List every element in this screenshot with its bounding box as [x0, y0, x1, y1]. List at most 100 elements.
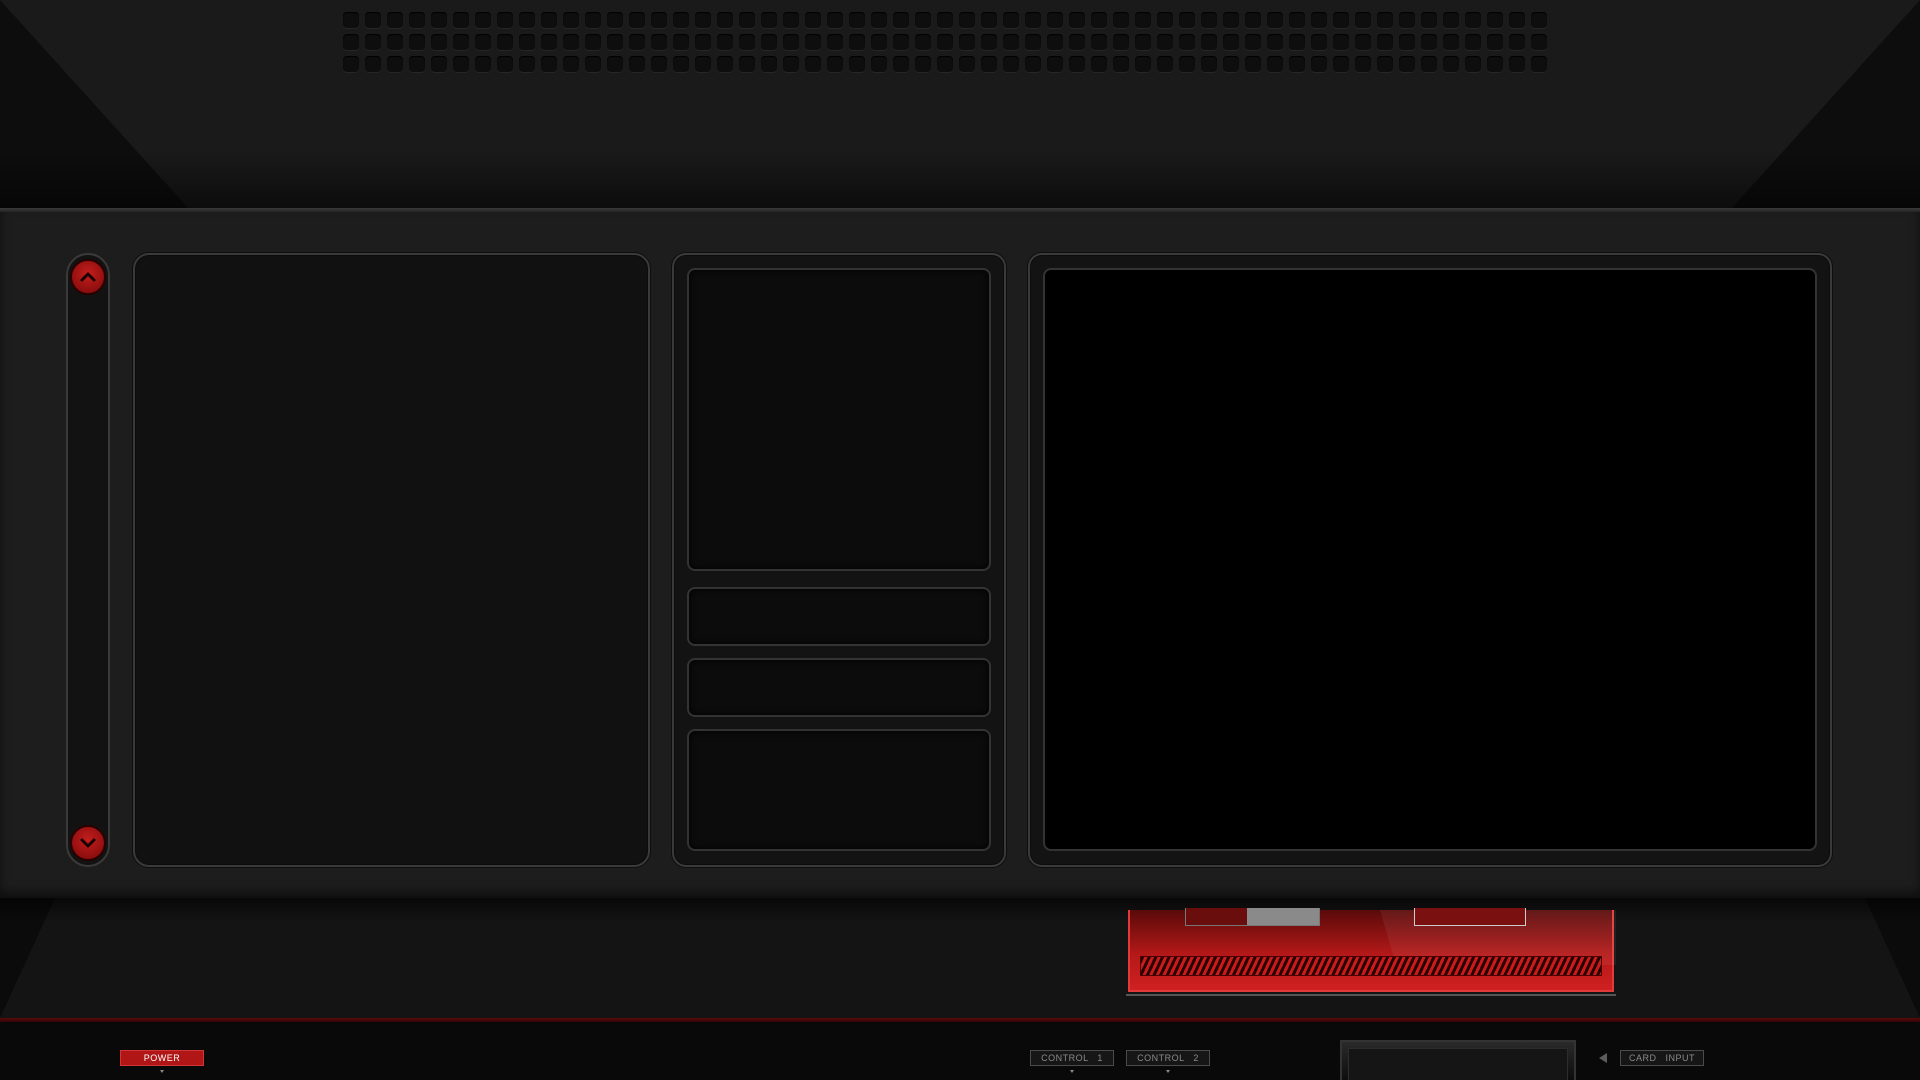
vent-hole: [1531, 12, 1547, 28]
list-panel[interactable]: [133, 253, 650, 867]
scroll-down-button[interactable]: [70, 825, 106, 861]
vent-hole: [739, 56, 755, 72]
vent-hole: [629, 34, 645, 50]
vent-hole: [915, 12, 931, 28]
scroll-up-button[interactable]: [70, 259, 106, 295]
chevron-up-icon: [80, 272, 96, 282]
vent-hole: [827, 34, 843, 50]
vent-hole: [783, 12, 799, 28]
vent-hole: [1157, 34, 1173, 50]
vent-hole: [1443, 34, 1459, 50]
vent-hole: [409, 12, 425, 28]
vent-hole: [959, 12, 975, 28]
vent-hole: [343, 12, 359, 28]
vent-hole: [541, 12, 557, 28]
vent-hole: [871, 56, 887, 72]
vent-hole: [563, 34, 579, 50]
vent-hole: [1421, 56, 1437, 72]
vent-hole: [717, 34, 733, 50]
vent-hole: [1311, 34, 1327, 50]
control-2-label: CONTROL 2: [1137, 1053, 1199, 1063]
card-reader-slot: [1348, 1048, 1568, 1080]
vent-hole: [1179, 34, 1195, 50]
vent-hole: [1113, 12, 1129, 28]
vent-hole: [541, 56, 557, 72]
vent-hole: [1091, 56, 1107, 72]
vent-hole: [1223, 56, 1239, 72]
triangle-left-icon: [1599, 1053, 1607, 1063]
vent-hole: [1267, 34, 1283, 50]
vent-hole: [1289, 56, 1305, 72]
card-slot-tab-left: [1185, 908, 1320, 926]
vent-hole: [805, 34, 821, 50]
vent-hole: [695, 12, 711, 28]
card-input-button[interactable]: CARD INPUT: [1620, 1050, 1704, 1066]
card-reader[interactable]: [1340, 1040, 1576, 1080]
vent-hole: [1025, 56, 1041, 72]
vent-hole: [1289, 34, 1305, 50]
vent-hole: [1355, 56, 1371, 72]
scroll-track[interactable]: [66, 253, 110, 867]
vent-hole: [1091, 12, 1107, 28]
vent-hole: [981, 56, 997, 72]
power-button-label: POWER: [143, 1053, 181, 1063]
vent-hole: [937, 12, 953, 28]
vent-hole: [475, 12, 491, 28]
vent-hole: [783, 34, 799, 50]
vent-hole: [981, 12, 997, 28]
main-display-screen: [1043, 268, 1817, 851]
vent-hole: [1135, 12, 1151, 28]
vent-hole: [1443, 12, 1459, 28]
vent-hole: [959, 56, 975, 72]
vent-hole: [1421, 34, 1437, 50]
vent-hole: [387, 34, 403, 50]
vent-hole: [1531, 56, 1547, 72]
vent-hole: [1223, 34, 1239, 50]
vent-hole: [585, 56, 601, 72]
vent-hole: [519, 56, 535, 72]
control-2-button[interactable]: CONTROL 2: [1126, 1050, 1210, 1066]
vent-hole: [1113, 56, 1129, 72]
vent-hole: [475, 56, 491, 72]
vent-hole: [1355, 34, 1371, 50]
vent-hole: [453, 56, 469, 72]
vent-hole: [1443, 56, 1459, 72]
card-input-label: CARD INPUT: [1628, 1053, 1695, 1063]
vent-hole: [1311, 12, 1327, 28]
vent-hole: [1465, 12, 1481, 28]
vent-hole: [1333, 12, 1349, 28]
vent-hole: [871, 34, 887, 50]
power-button[interactable]: POWER: [120, 1050, 204, 1066]
vent-hole: [409, 56, 425, 72]
info-field-1: [687, 587, 991, 646]
vent-hole: [629, 56, 645, 72]
vent-hole: [1069, 56, 1085, 72]
vent-hole: [783, 56, 799, 72]
vent-hole: [1201, 34, 1217, 50]
vent-hole: [1201, 56, 1217, 72]
vent-hole: [343, 56, 359, 72]
vent-hole: [1487, 34, 1503, 50]
vent-hole: [739, 12, 755, 28]
vent-hole: [761, 12, 777, 28]
vent-hole: [519, 34, 535, 50]
vent-hole: [1003, 56, 1019, 72]
vent-hole: [1465, 34, 1481, 50]
vent-hole: [1069, 12, 1085, 28]
top-vent-panel: [0, 0, 1920, 210]
control-1-button[interactable]: CONTROL 1: [1030, 1050, 1114, 1066]
vent-hole: [1421, 12, 1437, 28]
lower-shadow: [0, 898, 1920, 922]
preview-box: [687, 268, 991, 571]
vent-hole: [827, 12, 843, 28]
vent-hole: [651, 56, 667, 72]
card-slot[interactable]: [1128, 908, 1616, 992]
vent-hole: [1311, 56, 1327, 72]
vent-hole: [673, 56, 689, 72]
vent-hole: [365, 56, 381, 72]
vent-hole: [1531, 34, 1547, 50]
vent-hole: [387, 56, 403, 72]
vent-hole: [365, 12, 381, 28]
vent-hole: [1047, 56, 1063, 72]
vent-hole: [871, 12, 887, 28]
